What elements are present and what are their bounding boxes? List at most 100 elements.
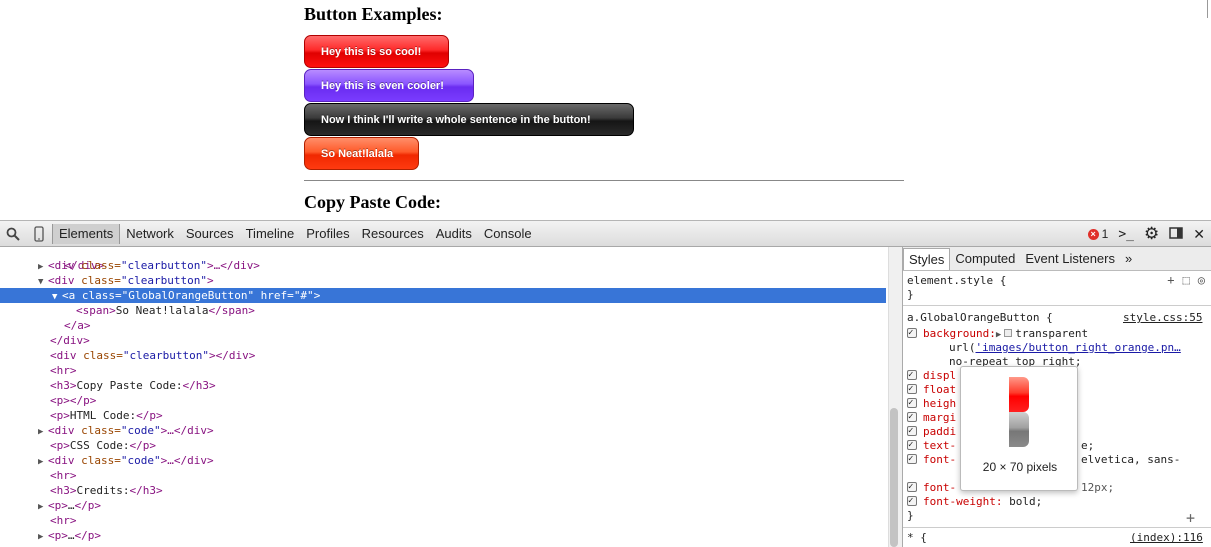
dom-attr: class= <box>74 424 121 437</box>
tab-profiles[interactable]: Profiles <box>300 224 355 244</box>
button-so-neat[interactable]: So Neat!lalala <box>304 137 419 170</box>
divider <box>903 527 1211 528</box>
prop-background[interactable]: background:▶ transparent <box>907 326 1088 341</box>
button-whole-sentence[interactable]: Now I think I'll write a whole sentence … <box>304 103 634 136</box>
dom-node[interactable]: <h3>Copy Paste Code:</h3> <box>0 378 886 393</box>
new-rule-icon[interactable]: + <box>1167 273 1174 287</box>
prop-margin[interactable]: margi <box>907 410 957 425</box>
element-style-rule[interactable]: element.style { <box>907 274 1006 288</box>
property-checkbox[interactable] <box>907 396 917 410</box>
add-property-icon[interactable]: + <box>1186 509 1195 527</box>
dom-attr-value: "clearbutton" <box>120 274 207 287</box>
dom-node[interactable]: <p></p> <box>0 393 886 408</box>
tab-styles[interactable]: Styles <box>903 247 951 270</box>
tab-audits[interactable]: Audits <box>430 224 478 244</box>
prop-float[interactable]: float <box>907 382 956 397</box>
universal-rule-selector[interactable]: * { <box>907 531 927 545</box>
dom-node[interactable]: ▶ <p>…</p> <box>0 498 886 513</box>
error-counter[interactable]: × 1 <box>1087 227 1108 241</box>
image-preview-tooltip: 20 × 70 pixels <box>960 366 1078 491</box>
property-checkbox[interactable] <box>907 438 917 452</box>
property-name: margi <box>923 411 957 424</box>
prop-font-family[interactable]: font- <box>907 452 957 467</box>
property-name: font- <box>923 453 957 466</box>
dom-node[interactable]: <hr> <box>0 513 886 528</box>
background-url[interactable]: 'images/button_right_orange.pn… <box>976 341 1181 354</box>
dom-node[interactable]: <p>HTML Code:</p> <box>0 408 886 423</box>
text-value-tail: e; <box>1081 439 1095 452</box>
dom-tag: <div <box>48 454 75 467</box>
dom-node[interactable]: ▶ <div class="code">…</div> <box>0 453 886 468</box>
expand-triangle-icon[interactable]: ▶ <box>38 530 48 545</box>
prop-font-size[interactable]: font- <box>907 480 956 495</box>
prop-font-weight[interactable]: font-weight: bold; <box>907 494 1042 509</box>
dom-node[interactable]: </a> <box>0 318 886 333</box>
rule-source-link[interactable]: style.css:55 <box>1123 311 1202 325</box>
element-state-icon[interactable]: ⬚ <box>1183 273 1190 287</box>
dom-tag: ></div> <box>208 349 256 362</box>
button-even-cooler[interactable]: Hey this is even cooler! <box>304 69 474 102</box>
universal-rule-source[interactable]: (index):116 <box>1130 531 1203 545</box>
style-actions: + ⬚ ◎ <box>1167 273 1205 287</box>
search-icon[interactable] <box>0 221 26 247</box>
dock-side-icon[interactable] <box>1169 226 1184 242</box>
color-swatch[interactable] <box>1004 329 1013 337</box>
animations-icon[interactable]: ◎ <box>1198 273 1205 287</box>
rule-source[interactable]: (index):116 <box>1130 531 1203 544</box>
dom-node[interactable]: ▶ <div class="code">…</div> <box>0 423 886 438</box>
dom-attr: class= <box>74 454 121 467</box>
dom-tag: <div <box>48 274 75 287</box>
dom-node[interactable]: </div> <box>0 247 886 272</box>
dom-node[interactable]: ▶ <p>…</p> <box>0 528 886 543</box>
tab-sources[interactable]: Sources <box>180 224 240 244</box>
property-checkbox[interactable] <box>907 410 917 424</box>
dom-node[interactable]: </div> <box>0 333 886 348</box>
device-mode-icon[interactable] <box>26 221 52 247</box>
property-checkbox[interactable] <box>907 326 917 340</box>
dom-attr-value: "clearbutton" <box>122 349 209 362</box>
prop-display[interactable]: displ <box>907 368 956 383</box>
property-checkbox[interactable] <box>907 452 917 466</box>
element-style-selector: element.style { <box>907 274 1007 287</box>
dom-node[interactable]: <p>CSS Code:</p> <box>0 438 886 453</box>
dom-node-selected[interactable]: ▼ <a class="GlobalOrangeButton" href="#"> <box>0 288 886 303</box>
element-style-close: } <box>907 288 914 301</box>
dom-node[interactable]: ▼ <div class="clearbutton"> <box>0 273 886 288</box>
dom-tag: <div <box>48 424 75 437</box>
dom-node[interactable]: <hr> <box>0 468 886 483</box>
tab-elements[interactable]: Elements <box>52 223 121 244</box>
property-checkbox[interactable] <box>907 382 917 396</box>
expand-triangle-icon[interactable]: ▶ <box>996 330 1001 340</box>
close-icon[interactable]: ✕ <box>1193 226 1205 243</box>
tab-timeline[interactable]: Timeline <box>240 224 301 244</box>
prop-height[interactable]: heigh <box>907 396 956 411</box>
rule-source[interactable]: style.css:55 <box>1123 311 1202 324</box>
prop-padding[interactable]: paddi <box>907 424 956 439</box>
dom-node[interactable]: <h3>Credits:</h3> <box>0 483 886 498</box>
property-checkbox[interactable] <box>907 494 917 508</box>
property-checkbox[interactable] <box>907 480 917 494</box>
dom-attr: class= <box>75 289 122 302</box>
button-hey-cool[interactable]: Hey this is so cool! <box>304 35 449 68</box>
tab-resources[interactable]: Resources <box>356 224 430 244</box>
more-tabs-icon[interactable]: » <box>1120 248 1137 270</box>
button-sprite-image <box>1009 377 1029 447</box>
dom-node[interactable]: <span>So Neat!lalala</span> <box>0 303 886 318</box>
tab-network[interactable]: Network <box>120 224 180 244</box>
dom-node[interactable]: <div class="clearbutton"></div> <box>0 348 886 363</box>
property-checkbox[interactable] <box>907 424 917 438</box>
prop-text[interactable]: text- <box>907 438 956 453</box>
property-checkbox[interactable] <box>907 368 917 382</box>
tab-computed[interactable]: Computed <box>950 248 1020 270</box>
elements-scrollbar-thumb[interactable] <box>890 408 898 547</box>
dom-node[interactable]: <hr> <box>0 363 886 378</box>
rule-selector[interactable]: a.GlobalOrangeButton { <box>907 311 1053 325</box>
tab-event-listeners[interactable]: Event Listeners <box>1020 248 1120 270</box>
gear-icon[interactable]: ⚙ <box>1144 224 1159 244</box>
console-drawer-icon[interactable]: >_ <box>1118 227 1134 242</box>
dom-tag: <h3> <box>50 484 77 497</box>
dom-attr-value: "clearbutton" <box>120 259 207 272</box>
tab-console[interactable]: Console <box>478 224 538 244</box>
dom-attr-value: "GlobalOrangeButton" <box>121 289 255 302</box>
dom-node[interactable]: ▶ <div class="clearbutton">…</div> <box>0 258 886 273</box>
